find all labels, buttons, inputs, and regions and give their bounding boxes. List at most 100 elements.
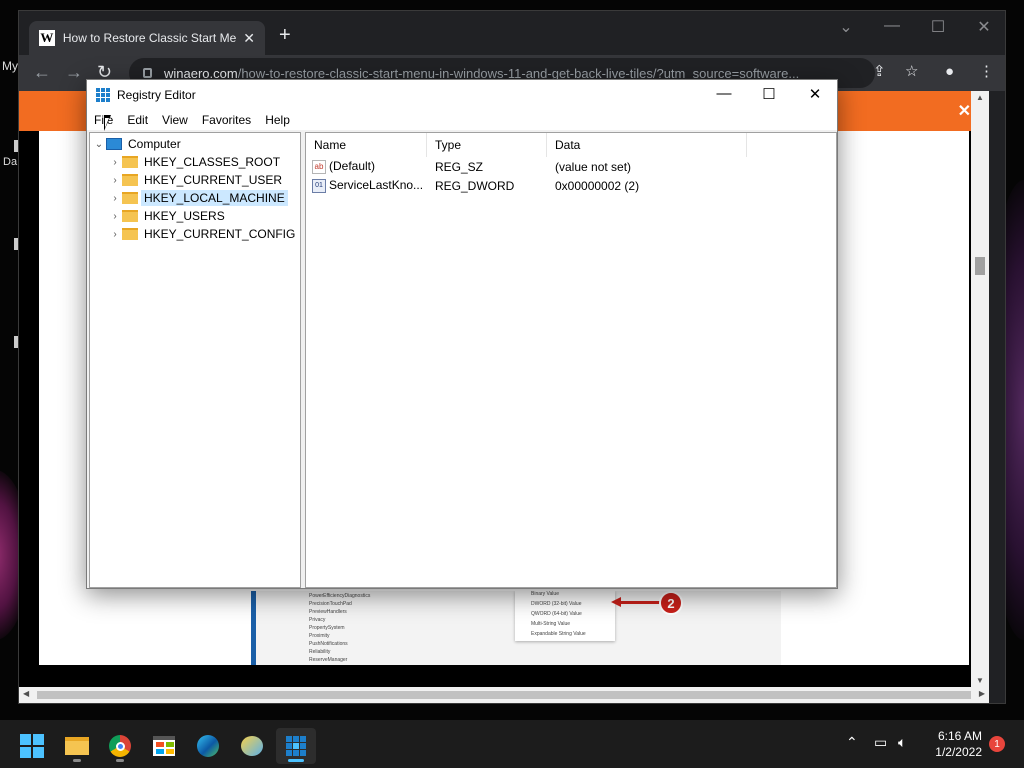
article-menu-item: DWORD (32-bit) Value bbox=[531, 601, 582, 607]
file-explorer-icon bbox=[65, 737, 89, 755]
table-row[interactable]: ab (Default) REG_SZ (value not set) bbox=[306, 157, 836, 176]
profile-icon[interactable]: ● bbox=[945, 63, 954, 81]
bookmark-star-icon[interactable]: ☆ bbox=[905, 63, 918, 81]
column-header-name[interactable]: Name bbox=[306, 132, 427, 157]
desktop-icon-label[interactable]: Da bbox=[3, 156, 17, 168]
chevron-right-icon[interactable]: › bbox=[108, 211, 122, 222]
article-menu-item: QWORD (64-bit) Value bbox=[531, 611, 582, 617]
horizontal-scroll-thumb[interactable] bbox=[37, 691, 971, 699]
taskbar-registry-editor[interactable] bbox=[276, 728, 316, 764]
new-tab-button[interactable]: + bbox=[279, 25, 291, 45]
chevron-right-icon[interactable]: › bbox=[108, 157, 122, 168]
article-screenshot: PowerEfficiencyDiagnostics PrecisionTouc… bbox=[251, 591, 781, 665]
tree-item-label: HKEY_CURRENT_USER bbox=[144, 173, 283, 187]
horizontal-scrollbar[interactable]: ◀ ▶ bbox=[19, 687, 989, 703]
tree-item-hkcr[interactable]: › HKEY_CLASSES_ROOT bbox=[90, 153, 300, 171]
value-type: REG_SZ bbox=[435, 159, 484, 174]
scroll-down-icon[interactable]: ▼ bbox=[976, 676, 984, 685]
column-header-data[interactable]: Data bbox=[547, 132, 747, 157]
value-type: REG_DWORD bbox=[435, 178, 515, 193]
article-menu-item: Expandable String Value bbox=[531, 631, 586, 637]
registry-editor-titlebar[interactable]: Registry Editor — ☐ ✕ bbox=[87, 80, 837, 110]
menu-bar: File Edit View Favorites Help bbox=[87, 110, 837, 130]
tree-item-label: HKEY_USERS bbox=[144, 209, 225, 223]
tree-item-computer[interactable]: ⌄ Computer bbox=[90, 135, 300, 153]
tab-strip: W How to Restore Classic Start Menu ✕ + … bbox=[19, 11, 1005, 55]
store-icon bbox=[153, 736, 175, 756]
article-context-menu: Binary Value DWORD (32-bit) Value QWORD … bbox=[515, 591, 615, 641]
menu-help[interactable]: Help bbox=[265, 113, 290, 127]
vertical-scroll-thumb[interactable] bbox=[975, 257, 985, 275]
forward-arrow-icon[interactable]: → bbox=[65, 63, 83, 81]
chevron-right-icon[interactable]: › bbox=[108, 229, 122, 240]
computer-icon bbox=[106, 138, 122, 150]
minimize-button[interactable]: — bbox=[709, 85, 739, 102]
chevron-right-icon[interactable]: › bbox=[108, 193, 122, 204]
scroll-left-icon[interactable]: ◀ bbox=[23, 689, 29, 698]
network-icon[interactable]: ▭ bbox=[874, 734, 887, 751]
clock[interactable]: 6:16 AM 1/2/2022 bbox=[926, 728, 982, 760]
binary-value-icon: 01 bbox=[312, 178, 326, 193]
tree-item-label: Computer bbox=[128, 137, 181, 151]
taskbar-store[interactable] bbox=[144, 728, 184, 764]
taskbar-edge[interactable] bbox=[188, 728, 228, 764]
taskbar-chrome[interactable] bbox=[100, 728, 140, 764]
running-indicator bbox=[116, 759, 124, 762]
article-menu-item: Multi-String Value bbox=[531, 621, 571, 627]
minimize-button[interactable]: — bbox=[877, 17, 907, 35]
lock-icon[interactable] bbox=[143, 68, 152, 78]
volume-icon[interactable]: 🔈︎ bbox=[898, 734, 906, 751]
chevron-right-icon[interactable]: › bbox=[108, 175, 122, 186]
maximize-button[interactable]: ☐ bbox=[754, 85, 784, 103]
running-indicator bbox=[73, 759, 81, 762]
close-button[interactable]: ✕ bbox=[969, 17, 999, 37]
tree-item-hklm[interactable]: › HKEY_LOCAL_MACHINE bbox=[90, 189, 300, 207]
registry-editor-icon bbox=[286, 736, 306, 756]
share-icon[interactable]: ⇪ bbox=[873, 63, 886, 81]
tree-item-label: HKEY_CURRENT_CONFIG bbox=[144, 227, 296, 241]
vertical-scrollbar[interactable]: ▲ ▼ bbox=[971, 91, 989, 687]
tree-item-hkcc[interactable]: › HKEY_CURRENT_CONFIG bbox=[90, 225, 300, 243]
tab-close-icon[interactable]: ✕ bbox=[243, 30, 255, 47]
desktop-icon-label[interactable]: My bbox=[2, 59, 18, 73]
scroll-right-icon[interactable]: ▶ bbox=[979, 689, 985, 698]
start-icon bbox=[20, 734, 44, 758]
article-tree-item: Privacy bbox=[309, 617, 326, 623]
taskbar-file-explorer[interactable] bbox=[57, 728, 97, 764]
menu-view[interactable]: View bbox=[162, 113, 188, 127]
taskbar-photos[interactable] bbox=[232, 728, 272, 764]
value-data: (value not set) bbox=[555, 159, 632, 174]
back-arrow-icon[interactable]: ← bbox=[33, 63, 51, 81]
tab-title: How to Restore Classic Start Menu bbox=[62, 31, 238, 45]
start-button[interactable] bbox=[12, 728, 52, 764]
notification-count-badge[interactable]: 1 bbox=[989, 736, 1005, 752]
close-button[interactable]: ✕ bbox=[800, 85, 830, 103]
values-list: Name Type Data ab (Default) REG_SZ (value… bbox=[305, 132, 837, 588]
winaero-favicon-icon: W bbox=[39, 30, 55, 46]
folder-icon bbox=[122, 174, 138, 186]
chevron-down-icon[interactable]: ⌄ bbox=[92, 139, 106, 150]
menu-edit[interactable]: Edit bbox=[127, 113, 148, 127]
folder-icon bbox=[122, 228, 138, 240]
active-indicator bbox=[288, 759, 304, 762]
registry-editor-window: Registry Editor — ☐ ✕ File Edit View Fav… bbox=[86, 79, 838, 589]
edge-icon bbox=[197, 735, 219, 757]
article-tree-item: Reliability bbox=[309, 649, 331, 655]
value-name: ServiceLastKno... bbox=[329, 178, 424, 193]
tab-search-icon[interactable]: ⌄ bbox=[831, 17, 861, 37]
scroll-up-icon[interactable]: ▲ bbox=[976, 93, 984, 102]
tree-item-hku[interactable]: › HKEY_USERS bbox=[90, 207, 300, 225]
menu-kebab-icon[interactable]: ⋮ bbox=[979, 63, 994, 81]
maximize-button[interactable]: ☐ bbox=[923, 17, 953, 37]
chevron-up-icon[interactable]: ⌃ bbox=[846, 734, 858, 751]
tree-item-hkcu[interactable]: › HKEY_CURRENT_USER bbox=[90, 171, 300, 189]
window-title: Registry Editor bbox=[117, 88, 196, 102]
banner-close-icon[interactable]: ✕ bbox=[958, 101, 971, 121]
menu-favorites[interactable]: Favorites bbox=[202, 113, 251, 127]
browser-tab[interactable]: W How to Restore Classic Start Menu ✕ bbox=[29, 21, 265, 55]
article-tree-item: PushNotifications bbox=[309, 641, 348, 647]
article-tree-item: ReserveManager bbox=[309, 657, 348, 663]
folder-icon bbox=[122, 210, 138, 222]
column-header-type[interactable]: Type bbox=[427, 132, 547, 157]
table-row[interactable]: 01 ServiceLastKno... REG_DWORD 0x00000002… bbox=[306, 176, 836, 195]
